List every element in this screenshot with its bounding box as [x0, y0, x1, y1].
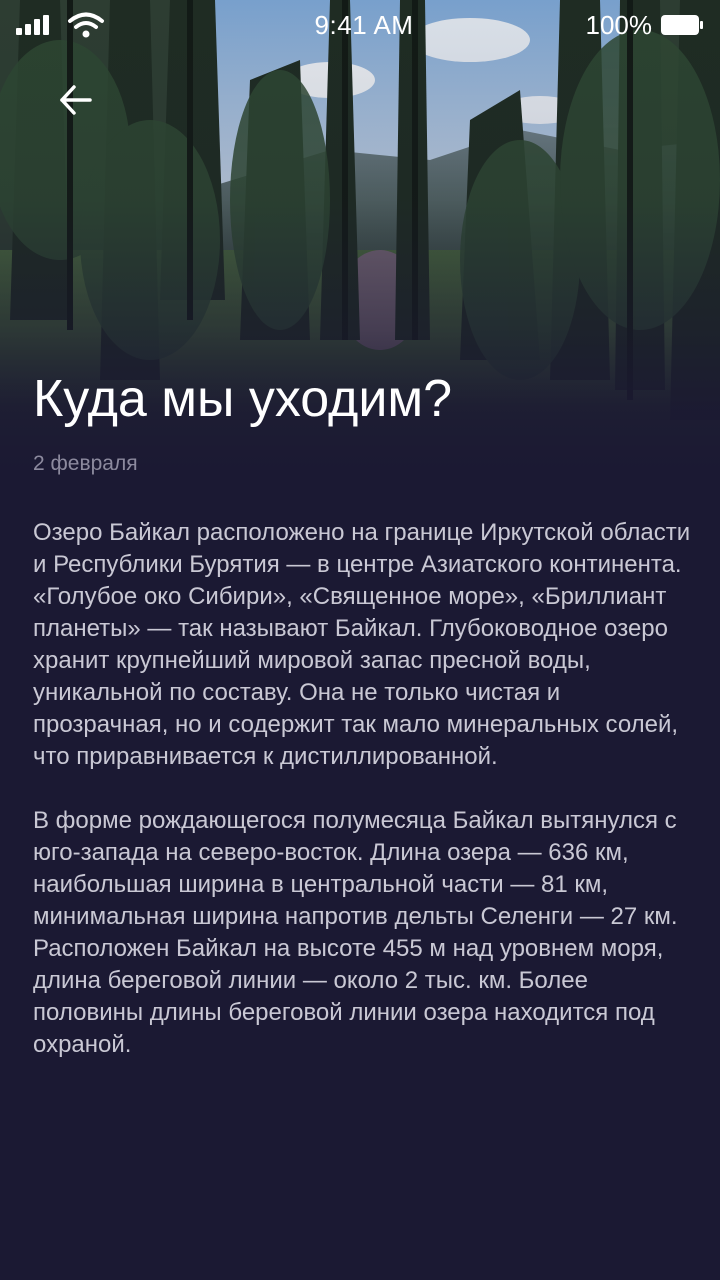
article-paragraph: В форме рождающегося полумесяца Байкал в…	[33, 807, 678, 1058]
article-paragraph: Озеро Байкал расположено на границе Ирку…	[33, 519, 691, 770]
back-button[interactable]	[50, 74, 102, 126]
article-body: Озеро Байкал расположено на границе Ирку…	[33, 517, 693, 1093]
hero-image	[0, 0, 720, 560]
battery-percent: 100%	[585, 10, 653, 40]
battery-full-icon	[661, 15, 703, 35]
article-date: 2 февраля	[33, 452, 138, 475]
hero-gradient-overlay	[0, 0, 720, 560]
article-screen: 9:41 AM 100% Куда мы уходим? 2 февраля О…	[0, 0, 720, 1280]
status-bar: 9:41 AM 100%	[0, 0, 720, 50]
arrow-left-icon	[60, 85, 92, 115]
article-title: Куда мы уходим?	[33, 370, 453, 428]
